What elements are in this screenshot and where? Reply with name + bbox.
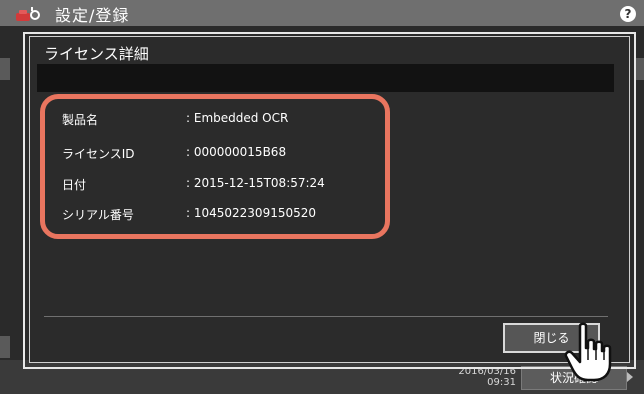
top-bar: 設定/登録 ? bbox=[0, 0, 644, 26]
dialog-title: ライセンス詳細 bbox=[44, 45, 149, 63]
page-title: 設定/登録 bbox=[55, 6, 130, 25]
time-text: 09:31 bbox=[487, 377, 516, 388]
field-value: : 2015-12-15T08:57:24 bbox=[186, 176, 325, 190]
field-label: 製品名 bbox=[62, 113, 99, 127]
field-label: ライセンスID bbox=[62, 147, 135, 161]
field-label: 日付 bbox=[62, 178, 87, 192]
field-label: シリアル番号 bbox=[62, 208, 134, 222]
field-value: : 1045022309150520 bbox=[186, 206, 317, 220]
settings-logo-icon bbox=[16, 7, 40, 21]
arrow-right-icon bbox=[627, 372, 633, 382]
field-value: : Embedded OCR bbox=[186, 111, 289, 125]
divider bbox=[44, 316, 608, 317]
background-strip bbox=[0, 58, 10, 80]
dialog-header-band bbox=[37, 64, 614, 92]
datetime-display: 2016/03/16 09:31 bbox=[456, 366, 516, 388]
help-icon[interactable]: ? bbox=[620, 6, 636, 22]
field-value: : 000000015B68 bbox=[186, 145, 287, 159]
pointer-hand-icon bbox=[564, 322, 612, 382]
screen: 設定/登録 ? 2016/03/16 09:31 状況確認 ライセンス詳細 製品… bbox=[0, 0, 644, 394]
background-strip bbox=[0, 336, 10, 358]
